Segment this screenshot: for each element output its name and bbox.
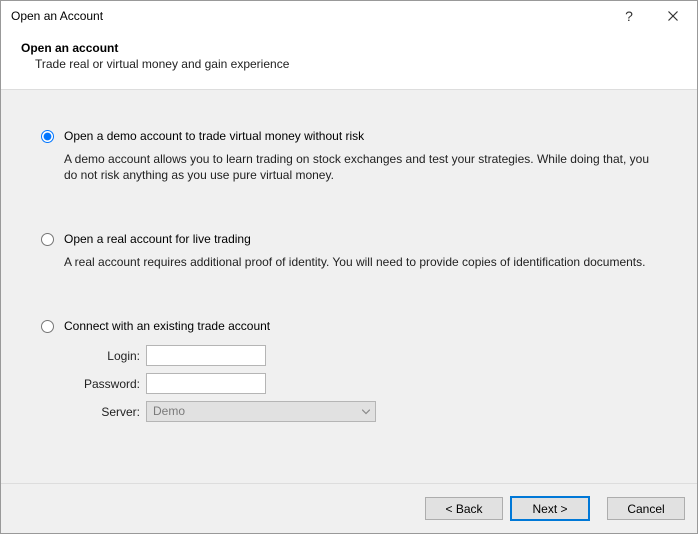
wizard-header: Open an account Trade real or virtual mo…: [1, 31, 697, 89]
page-subtitle: Trade real or virtual money and gain exp…: [35, 57, 677, 71]
login-label: Login:: [64, 349, 140, 363]
titlebar: Open an Account ?: [1, 1, 697, 31]
server-label: Server:: [64, 405, 140, 419]
page-title: Open an account: [21, 41, 677, 55]
wizard-footer: < Back Next > Cancel: [1, 483, 697, 533]
option-real-label[interactable]: Open a real account for live trading: [64, 231, 251, 248]
next-button[interactable]: Next >: [511, 497, 589, 520]
password-input[interactable]: [146, 373, 266, 394]
option-real: Open a real account for live trading A r…: [41, 231, 669, 270]
option-real-description: A real account requires additional proof…: [64, 254, 664, 270]
option-connect: Connect with an existing trade account L…: [41, 318, 669, 422]
server-select[interactable]: Demo: [146, 401, 376, 422]
option-demo-label[interactable]: Open a demo account to trade virtual mon…: [64, 128, 364, 145]
dialog-window: Open an Account ? Open an account Trade …: [0, 0, 698, 534]
close-button[interactable]: [651, 2, 695, 30]
window-title: Open an Account: [11, 9, 607, 23]
back-button[interactable]: < Back: [425, 497, 503, 520]
content-area: Open a demo account to trade virtual mon…: [1, 90, 697, 483]
server-select-value: Demo: [146, 401, 376, 422]
password-label: Password:: [64, 377, 140, 391]
connect-form: Login: Password: Server: Demo: [64, 345, 669, 422]
cancel-button[interactable]: Cancel: [607, 497, 685, 520]
radio-real[interactable]: [41, 233, 54, 246]
login-input[interactable]: [146, 345, 266, 366]
radio-demo[interactable]: [41, 130, 54, 143]
option-demo-description: A demo account allows you to learn tradi…: [64, 151, 664, 183]
option-demo: Open a demo account to trade virtual mon…: [41, 128, 669, 183]
help-button[interactable]: ?: [607, 2, 651, 30]
radio-connect[interactable]: [41, 320, 54, 333]
option-connect-label[interactable]: Connect with an existing trade account: [64, 318, 270, 335]
close-icon: [668, 11, 678, 21]
